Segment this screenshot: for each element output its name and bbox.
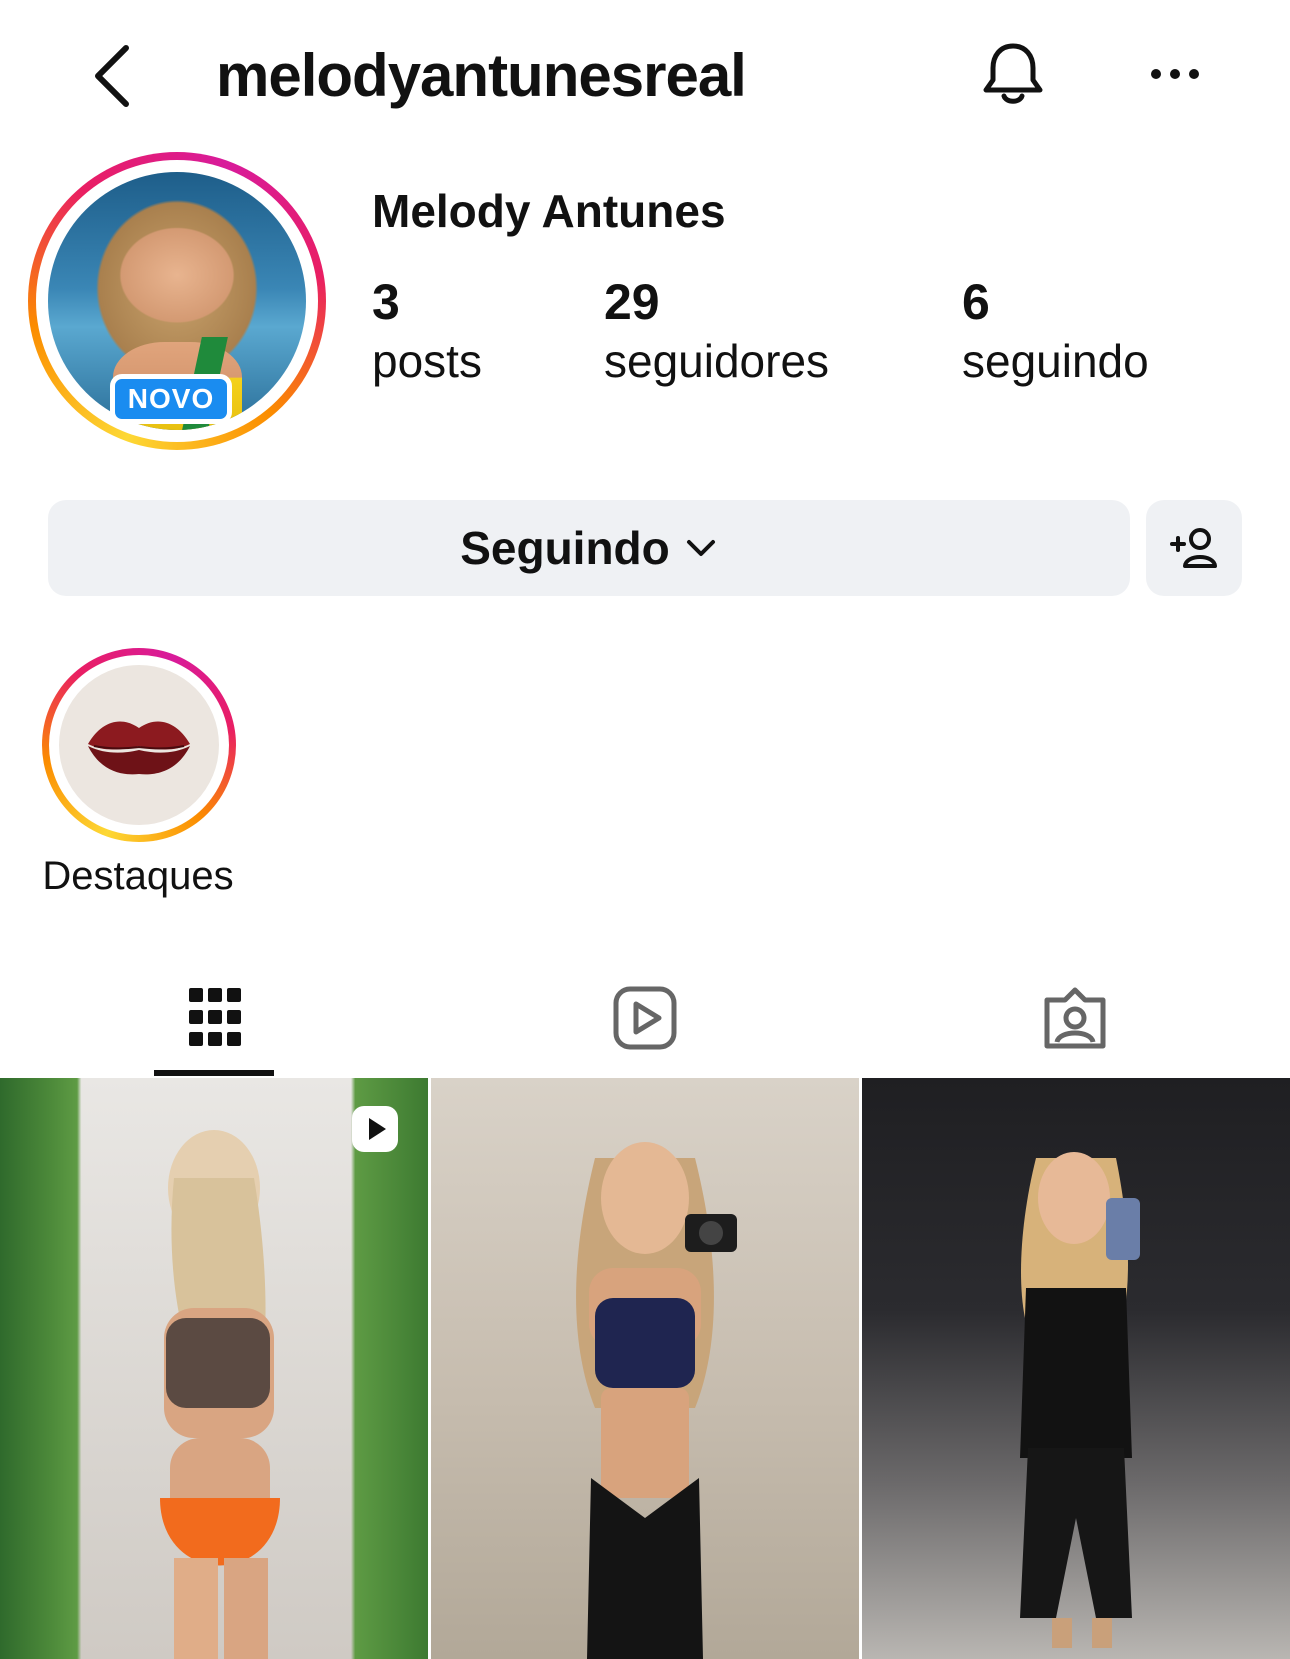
new-badge: NOVO <box>110 374 232 424</box>
add-user-icon <box>1170 528 1217 568</box>
tab-reels[interactable] <box>430 960 860 1076</box>
post-photo <box>160 1130 280 1659</box>
posts-count: 3 <box>372 274 400 330</box>
post-thumbnail[interactable] <box>0 1078 428 1659</box>
profile-username: melodyantunesreal <box>216 42 747 109</box>
reels-icon <box>613 986 677 1050</box>
posts-grid <box>0 1078 1290 1659</box>
following-button[interactable]: Seguindo <box>48 500 1130 596</box>
more-horizontal-icon <box>1151 69 1199 79</box>
followers-stat[interactable]: 29 seguidores <box>604 272 829 390</box>
tab-tagged[interactable] <box>860 960 1290 1076</box>
grid-icon <box>189 988 241 1046</box>
suggest-users-button[interactable] <box>1146 500 1242 596</box>
tab-posts-grid[interactable] <box>0 960 430 1076</box>
post-thumbnail[interactable] <box>431 1078 859 1659</box>
tagged-icon <box>1044 987 1106 1049</box>
post-photo <box>576 1142 737 1659</box>
back-button[interactable] <box>88 40 144 112</box>
notifications-button[interactable] <box>980 38 1046 110</box>
highlight-ring <box>42 648 236 842</box>
highlight-cover <box>59 665 219 825</box>
chevron-down-icon <box>686 540 715 556</box>
profile-header: melodyantunesreal <box>0 0 1290 150</box>
posts-stat: 3 posts <box>372 272 482 390</box>
following-count: 6 <box>962 274 990 330</box>
followers-label: seguidores <box>604 335 830 387</box>
highlight-label: Destaques <box>42 854 234 898</box>
chevron-left-icon <box>95 45 129 107</box>
posts-label: posts <box>372 335 482 387</box>
reel-indicator-icon <box>352 1106 398 1152</box>
post-thumbnail[interactable] <box>862 1078 1290 1659</box>
following-stat[interactable]: 6 seguindo <box>962 272 1149 390</box>
following-button-label: Seguindo <box>460 522 670 574</box>
profile-tabs <box>0 960 1290 1076</box>
more-options-button[interactable] <box>1146 52 1204 96</box>
post-photo <box>1020 1152 1140 1648</box>
active-tab-indicator <box>154 1070 274 1076</box>
following-label: seguindo <box>962 335 1149 387</box>
display-name: Melody Antunes <box>372 185 726 237</box>
lips-icon <box>88 721 190 775</box>
profile-avatar[interactable]: NOVO <box>28 152 326 450</box>
bell-icon <box>983 43 1043 104</box>
followers-count: 29 <box>604 274 660 330</box>
